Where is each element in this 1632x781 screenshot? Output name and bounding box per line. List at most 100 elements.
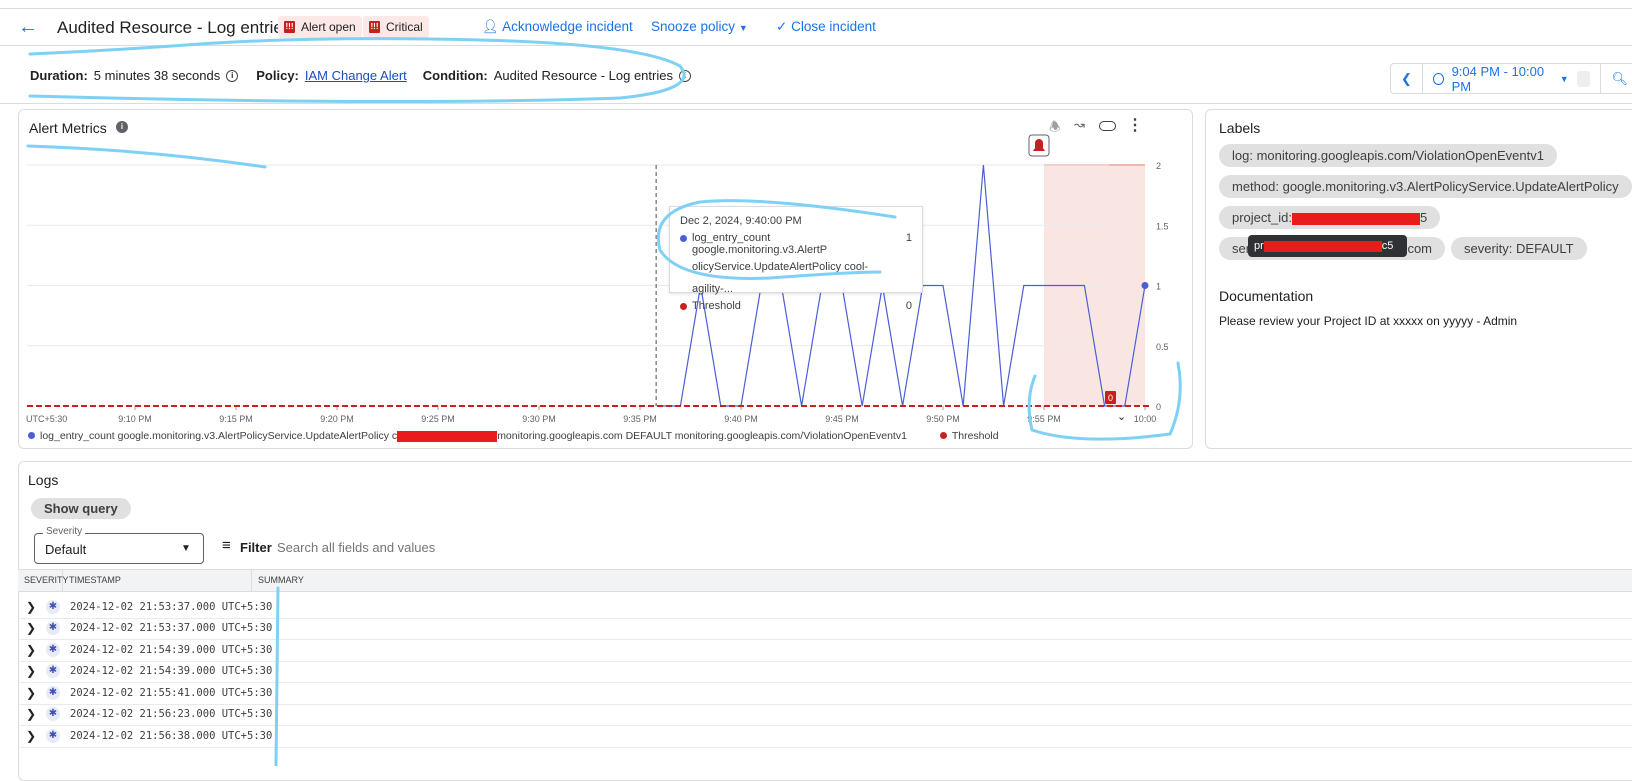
log-timestamp: 2024-12-02 21:56:38.000 UTC+5:30 bbox=[70, 729, 273, 742]
chart-tooltip: Dec 2, 2024, 9:40:00 PM log_entry_count … bbox=[669, 206, 923, 312]
x-tick-label: 9:20 PM bbox=[320, 414, 354, 424]
threshold-dot bbox=[680, 303, 687, 310]
dropdown-arrow-icon: ▼ bbox=[738, 23, 748, 33]
back-arrow-icon[interactable]: ← bbox=[18, 16, 38, 39]
label-suffix: com bbox=[1407, 241, 1432, 256]
labels-title: Labels bbox=[1219, 120, 1261, 136]
severity-default-icon: ✱ bbox=[46, 728, 60, 743]
duration-value: 5 minutes 38 seconds bbox=[93, 68, 221, 83]
log-row[interactable]: ❯ ✱ 2024-12-02 21:55:41.000 UTC+5:30 bbox=[18, 682, 1632, 705]
label-key: project_id: bbox=[1232, 210, 1292, 225]
filter-label[interactable]: Filter bbox=[240, 540, 272, 555]
severity-value: Default bbox=[45, 542, 87, 557]
tooltip-time: Dec 2, 2024, 9:40:00 PM bbox=[680, 215, 802, 227]
y-tick-label: 2 bbox=[1156, 161, 1161, 171]
expand-chevron-icon[interactable]: ❯ bbox=[26, 600, 42, 614]
metrics-chart[interactable]: 0 0.5 1 1.5 2 9:10 PM 9:15 PM 9:20 PM 9:25 PM 9:3… bbox=[19, 110, 1194, 450]
alert-metrics-panel: Alert Metrics i 🕭︎ ↝ ⋮ 0 0.5 1 1.5 2 9:10 PM 9… bbox=[18, 109, 1193, 449]
tooltip-series-name: log_entry_count google.monitoring.v3.Ale… bbox=[692, 232, 828, 256]
legend-series-label-cont: monitoring.googleapis.com DEFAULT monito… bbox=[497, 430, 907, 442]
severity-default-icon: ✱ bbox=[46, 642, 60, 657]
time-range-select[interactable]: 9:04 PM - 10:00 PM ▼ bbox=[1423, 63, 1602, 94]
policy-link[interactable]: IAM Change Alert bbox=[305, 68, 407, 83]
time-range-picker: ❮ 9:04 PM - 10:00 PM ▼ 🔍︎ bbox=[1390, 63, 1632, 94]
x-tick-label: 9:40 PM bbox=[724, 414, 758, 424]
person-icon: 👤︎ bbox=[482, 19, 500, 34]
severity-default-icon: ✱ bbox=[46, 707, 60, 722]
time-range-label: 9:04 PM - 10:00 PM bbox=[1451, 63, 1545, 94]
section-divider bbox=[0, 103, 1632, 104]
label-chip: severity: DEFAULT bbox=[1451, 237, 1587, 260]
dropdown-arrow-icon: ▼ bbox=[1559, 73, 1569, 84]
log-row[interactable]: ❯ ✱ 2024-12-02 21:54:39.000 UTC+5:30 bbox=[18, 639, 1632, 662]
legend-series-label[interactable]: log_entry_count google.monitoring.v3.Ale… bbox=[40, 430, 397, 442]
x-tick-label: 9:45 PM bbox=[825, 414, 859, 424]
log-row[interactable]: ❯ ✱ 2024-12-02 21:56:23.000 UTC+5:30 bbox=[18, 704, 1632, 726]
critical-badge: !!! Critical bbox=[363, 16, 429, 38]
incident-header: ← Audited Resource - Log entries !!! Aler… bbox=[0, 10, 1632, 46]
snooze-label: Snooze policy bbox=[651, 19, 736, 34]
labels-list: log: monitoring.googleapis.com/Violation… bbox=[1219, 144, 1632, 268]
column-header-severity[interactable]: SEVERITY bbox=[18, 569, 69, 592]
column-header-summary[interactable]: SUMMARY bbox=[252, 569, 652, 592]
log-row[interactable]: ❯ ✱ 2024-12-02 21:53:37.000 UTC+5:30 bbox=[18, 596, 1632, 619]
expand-chevron-icon[interactable]: ❯ bbox=[26, 643, 42, 657]
legend-threshold-label[interactable]: Threshold bbox=[952, 430, 999, 442]
log-row[interactable]: ❯ ✱ 2024-12-02 21:53:37.000 UTC+5:30 bbox=[18, 618, 1632, 640]
redaction bbox=[397, 430, 498, 442]
alert-icon: !!! bbox=[369, 21, 380, 33]
zoom-search-icon[interactable]: 🔍︎ bbox=[1601, 64, 1632, 93]
tooltip-series-name-cont: olicyService.UpdateAlertPolicy cool-agil… bbox=[692, 261, 869, 295]
tooltip-threshold-value: 0 bbox=[905, 300, 912, 312]
check-icon: ✓ bbox=[776, 19, 788, 34]
x-tick-label: 9:55 PM bbox=[1027, 414, 1061, 424]
info-icon[interactable]: i bbox=[226, 69, 239, 82]
dropdown-arrow-icon: ▼ bbox=[181, 543, 191, 554]
snooze-policy-button[interactable]: Snooze policy ▼ bbox=[651, 19, 748, 34]
acknowledge-label: Acknowledge incident bbox=[502, 19, 633, 34]
log-timestamp: 2024-12-02 21:55:41.000 UTC+5:30 bbox=[70, 686, 273, 699]
log-row[interactable]: ❯ ✱ 2024-12-02 21:56:38.000 UTC+5:30 bbox=[18, 725, 1632, 748]
page-title: Audited Resource - Log entries bbox=[57, 18, 292, 37]
y-tick-label: 1.5 bbox=[1156, 221, 1169, 231]
labels-panel: Labels log: monitoring.googleapis.com/Vi… bbox=[1205, 109, 1632, 449]
severity-select[interactable]: Severity Default ▼ bbox=[34, 526, 204, 564]
tooltip-text: c5 bbox=[1381, 240, 1394, 252]
filter-icon[interactable]: ≡ bbox=[222, 537, 231, 554]
tooltip-threshold-label: Threshold bbox=[692, 300, 741, 312]
expand-chevron-icon[interactable]: ❯ bbox=[26, 621, 42, 635]
info-icon[interactable]: i bbox=[678, 69, 691, 82]
label-chip: method: google.monitoring.v3.AlertPolicy… bbox=[1219, 175, 1632, 198]
severity-default-icon: ✱ bbox=[46, 685, 60, 700]
alert-open-badge: !!! Alert open bbox=[278, 16, 362, 38]
close-incident-button[interactable]: ✓ Close incident bbox=[776, 19, 876, 35]
search-input[interactable] bbox=[277, 535, 777, 559]
severity-default-icon: ✱ bbox=[46, 599, 60, 614]
label-chip-service: ser com pr c5 bbox=[1219, 235, 1445, 260]
condition-label: Condition: bbox=[422, 68, 488, 83]
expand-chevron-icon[interactable]: ❯ bbox=[26, 686, 42, 700]
label-chip: log: monitoring.googleapis.com/Violation… bbox=[1219, 144, 1557, 167]
tooltip-threshold-row: Threshold 0 bbox=[680, 300, 912, 312]
log-timestamp: 2024-12-02 21:53:37.000 UTC+5:30 bbox=[70, 600, 273, 613]
x-tick-label: 9:30 PM bbox=[522, 414, 556, 424]
y-tick-label: 0 bbox=[1156, 402, 1161, 412]
blank-toggle[interactable] bbox=[1576, 70, 1591, 87]
show-query-button[interactable]: Show query bbox=[31, 498, 131, 519]
badge-label: Alert open bbox=[301, 20, 356, 34]
log-row[interactable]: ❯ ✱ 2024-12-02 21:54:39.000 UTC+5:30 bbox=[18, 661, 1632, 683]
badge-label: Critical bbox=[386, 20, 423, 34]
expand-legend-icon[interactable]: ⌄ bbox=[1117, 410, 1126, 423]
x-tick-label: 9:35 PM bbox=[623, 414, 657, 424]
previous-range-button[interactable]: ❮ bbox=[1391, 64, 1423, 93]
tooltip-text: pr bbox=[1254, 240, 1264, 252]
column-header-timestamp[interactable]: TIMESTAMP bbox=[63, 569, 252, 592]
series-last-point bbox=[1141, 282, 1149, 289]
expand-chevron-icon[interactable]: ❯ bbox=[26, 664, 42, 678]
tooltip-series-row: log_entry_count google.monitoring.v3.Ale… bbox=[680, 232, 912, 300]
tooltip-series-value: 1 bbox=[905, 232, 912, 244]
expand-chevron-icon[interactable]: ❯ bbox=[26, 729, 42, 743]
expand-chevron-icon[interactable]: ❯ bbox=[26, 707, 42, 721]
logs-title: Logs bbox=[28, 472, 59, 488]
acknowledge-incident-button[interactable]: 👤︎ Acknowledge incident bbox=[482, 19, 633, 35]
